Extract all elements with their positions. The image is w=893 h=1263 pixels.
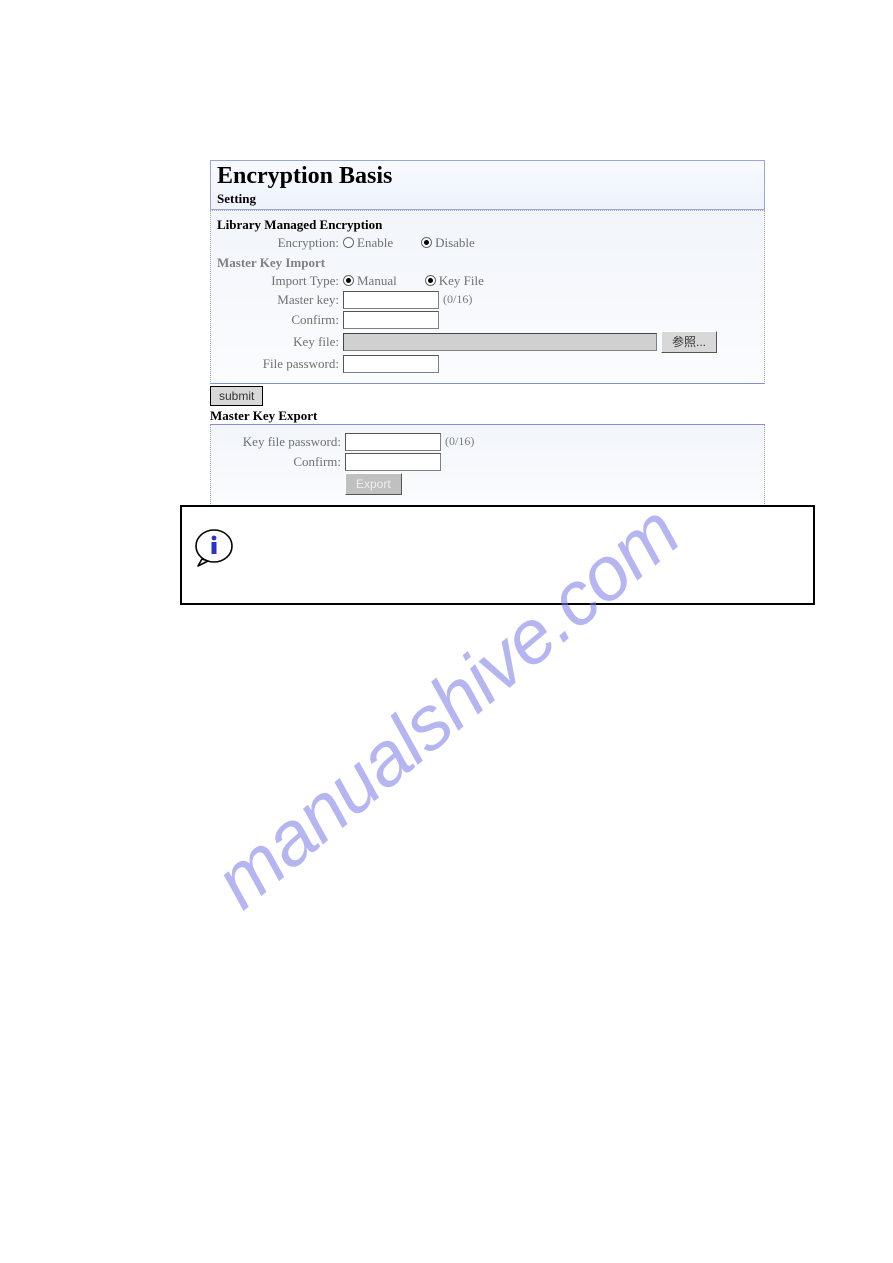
key-file-label: Key file:	[217, 334, 343, 350]
radio-manual[interactable]: Manual	[343, 273, 397, 289]
import-type-label: Import Type:	[217, 273, 343, 289]
master-key-input[interactable]	[343, 291, 439, 309]
kf-password-label: Key file password:	[217, 434, 345, 450]
kf-password-hint: (0/16)	[441, 434, 474, 449]
radio-icon	[343, 275, 354, 286]
radio-manual-label: Manual	[357, 273, 397, 289]
confirm-label: Confirm:	[217, 312, 343, 328]
info-icon	[194, 529, 236, 567]
setting-subheader: Setting	[217, 191, 758, 207]
radio-icon	[421, 237, 432, 248]
info-callout	[180, 505, 815, 605]
radio-keyfile-label: Key File	[439, 273, 484, 289]
radio-icon	[425, 275, 436, 286]
export-confirm-label: Confirm:	[217, 454, 345, 470]
master-key-hint: (0/16)	[439, 292, 472, 307]
export-panel: Key file password: (0/16) Confirm: Expor…	[210, 424, 765, 508]
confirm-input[interactable]	[343, 311, 439, 329]
file-password-input[interactable]	[343, 355, 439, 373]
submit-button[interactable]: submit	[210, 386, 263, 406]
encryption-label: Encryption:	[217, 235, 343, 251]
section-library-managed-encryption: Library Managed Encryption	[217, 217, 758, 233]
radio-disable[interactable]: Disable	[421, 235, 475, 251]
key-file-input[interactable]	[343, 333, 657, 351]
setting-panel: Library Managed Encryption Encryption: E…	[210, 210, 765, 384]
radio-enable[interactable]: Enable	[343, 235, 393, 251]
kf-password-input[interactable]	[345, 433, 441, 451]
section-master-key-import: Master Key Import	[217, 255, 758, 271]
radio-icon	[343, 237, 354, 248]
export-confirm-input[interactable]	[345, 453, 441, 471]
file-password-label: File password:	[217, 356, 343, 372]
radio-disable-label: Disable	[435, 235, 475, 251]
browse-button[interactable]: 参照...	[661, 331, 717, 353]
export-button[interactable]: Export	[345, 473, 402, 495]
master-key-label: Master key:	[217, 292, 343, 308]
radio-keyfile[interactable]: Key File	[425, 273, 484, 289]
section-master-key-export: Master Key Export	[210, 408, 765, 424]
page-title: Encryption Basis	[217, 163, 758, 191]
radio-enable-label: Enable	[357, 235, 393, 251]
